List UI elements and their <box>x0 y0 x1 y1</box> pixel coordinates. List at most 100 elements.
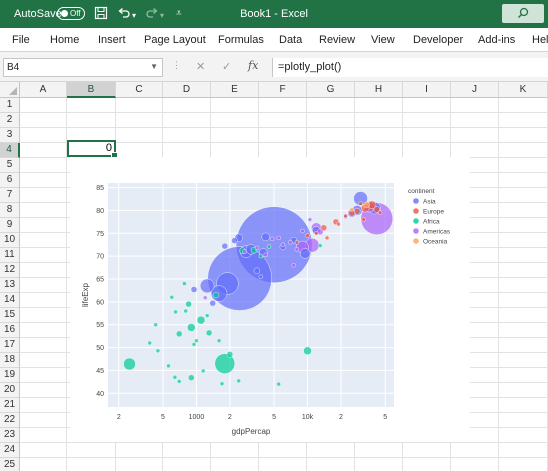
column-header-e[interactable]: E <box>211 82 259 98</box>
data-point-europe[interactable] <box>343 213 348 219</box>
row-header-11[interactable]: 11 <box>0 248 20 263</box>
data-point-europe[interactable] <box>361 217 366 222</box>
name-box[interactable]: B4 ▼ <box>3 58 163 77</box>
select-all-button[interactable] <box>0 82 20 98</box>
cancel-icon[interactable]: ✕ <box>196 60 205 73</box>
data-point-africa[interactable] <box>173 309 178 315</box>
column-header-j[interactable]: J <box>451 82 499 98</box>
row-header-22[interactable]: 22 <box>0 413 20 428</box>
data-point-africa[interactable] <box>219 381 225 386</box>
data-point-asia[interactable] <box>199 278 215 294</box>
data-point-africa[interactable] <box>166 363 171 369</box>
data-point-europe[interactable] <box>314 231 319 236</box>
tab-add-ins[interactable]: Add-ins <box>478 34 515 46</box>
data-point-africa[interactable] <box>212 291 220 299</box>
row-header-14[interactable]: 14 <box>0 293 20 308</box>
data-point-africa[interactable] <box>216 338 222 343</box>
data-point-europe[interactable] <box>354 208 361 215</box>
tab-file[interactable]: File <box>12 34 30 46</box>
data-point-asia[interactable] <box>299 248 311 259</box>
data-point-africa[interactable] <box>317 243 323 248</box>
row-header-13[interactable]: 13 <box>0 278 20 293</box>
data-point-africa[interactable] <box>266 244 272 249</box>
row-header-4[interactable]: 4 <box>0 143 20 158</box>
data-point-africa[interactable] <box>153 322 158 327</box>
plotly-chart[interactable]: 40 45 50 55 60 65 70 75 80 85 2 5 1000 2 5 10k 2 5 gdpPerc… <box>70 157 470 442</box>
data-point-africa[interactable] <box>236 378 241 384</box>
column-header-c[interactable]: C <box>116 82 163 98</box>
row-header-3[interactable]: 3 <box>0 128 20 143</box>
data-point-africa[interactable] <box>303 346 312 356</box>
row-header-2[interactable]: 2 <box>0 113 20 128</box>
data-point-africa[interactable] <box>204 313 210 318</box>
data-point-americas[interactable] <box>280 242 286 247</box>
column-header-i[interactable]: I <box>403 82 451 98</box>
search-button[interactable] <box>502 4 544 23</box>
tab-page-layout[interactable]: Page Layout <box>144 34 206 46</box>
data-point-americas[interactable] <box>291 263 296 268</box>
data-point-europe[interactable] <box>377 210 383 215</box>
column-header-f[interactable]: F <box>259 82 307 98</box>
chevron-down-icon[interactable]: ▼ <box>150 62 158 71</box>
data-point-oceania[interactable] <box>349 207 354 212</box>
data-point-europe[interactable] <box>358 201 363 206</box>
data-point-africa[interactable] <box>194 338 199 343</box>
insert-function-button[interactable]: fx <box>248 59 258 72</box>
data-point-africa[interactable] <box>147 340 152 346</box>
row-header-8[interactable]: 8 <box>0 203 20 218</box>
row-header-20[interactable]: 20 <box>0 383 20 398</box>
legend-item-label[interactable]: Europe <box>423 209 444 216</box>
data-point-africa[interactable] <box>258 253 264 259</box>
row-header-19[interactable]: 19 <box>0 368 20 383</box>
column-header-h[interactable]: H <box>355 82 403 98</box>
column-header-g[interactable]: G <box>307 82 355 98</box>
row-header-24[interactable]: 24 <box>0 443 20 458</box>
row-header-9[interactable]: 9 <box>0 218 20 233</box>
data-point-asia[interactable] <box>190 286 198 293</box>
row-header-17[interactable]: 17 <box>0 338 20 353</box>
legend-marker[interactable] <box>413 228 419 234</box>
row-header-6[interactable]: 6 <box>0 173 20 188</box>
data-point-asia[interactable] <box>258 274 264 279</box>
tab-developer[interactable]: Developer <box>413 34 463 46</box>
row-header-7[interactable]: 7 <box>0 188 20 203</box>
column-header-k[interactable]: K <box>499 82 548 98</box>
row-header-18[interactable]: 18 <box>0 353 20 368</box>
data-point-africa[interactable] <box>175 330 183 338</box>
enter-icon[interactable]: ✓ <box>222 60 231 73</box>
data-point-africa[interactable] <box>176 379 182 384</box>
active-cell[interactable]: 0 <box>67 140 118 159</box>
row-header-23[interactable]: 23 <box>0 428 20 443</box>
data-point-americas[interactable] <box>294 247 300 252</box>
data-point-europe[interactable] <box>324 235 330 241</box>
data-point-americas[interactable] <box>254 245 260 251</box>
data-point-americas[interactable] <box>263 252 268 258</box>
data-point-africa[interactable] <box>172 375 178 380</box>
tab-review[interactable]: Review <box>319 34 355 46</box>
data-point-africa[interactable] <box>191 342 197 347</box>
column-header-d[interactable]: D <box>163 82 211 98</box>
data-point-africa[interactable] <box>196 315 206 325</box>
column-header-a[interactable]: A <box>20 82 67 98</box>
data-point-americas[interactable] <box>300 228 305 234</box>
data-point-americas[interactable] <box>242 249 247 254</box>
row-header-12[interactable]: 12 <box>0 263 20 278</box>
row-header-1[interactable]: 1 <box>0 98 20 113</box>
data-point-africa[interactable] <box>226 351 234 358</box>
data-point-africa[interactable] <box>205 329 213 337</box>
legend-marker[interactable] <box>413 238 419 244</box>
data-point-africa[interactable] <box>182 281 187 286</box>
tab-formulas[interactable]: Formulas <box>218 34 264 46</box>
data-point-africa[interactable] <box>276 381 281 387</box>
data-point-africa[interactable] <box>200 368 206 374</box>
row-header-25[interactable]: 25 <box>0 458 20 471</box>
legend-marker[interactable] <box>413 218 419 224</box>
formula-input[interactable]: =plotly_plot() <box>272 58 548 77</box>
legend-marker[interactable] <box>413 208 419 214</box>
data-point-americas[interactable] <box>276 235 281 241</box>
data-point-americas[interactable] <box>288 240 293 245</box>
data-point-asia[interactable] <box>261 232 270 242</box>
tab-data[interactable]: Data <box>279 34 302 46</box>
data-point-asia[interactable] <box>221 242 229 250</box>
tab-view[interactable]: View <box>371 34 395 46</box>
